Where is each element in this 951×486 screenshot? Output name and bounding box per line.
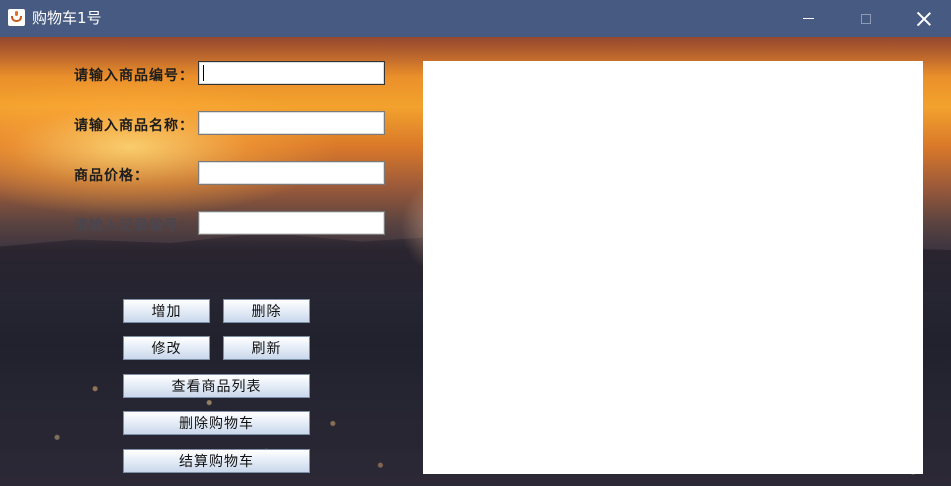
window-title: 购物车1号: [32, 9, 102, 27]
checkout-cart-button[interactable]: 结算购物车: [123, 449, 310, 473]
product-id-input[interactable]: [198, 61, 385, 85]
maximize-button[interactable]: [837, 0, 895, 37]
product-name-label: 请输入商品名称：: [74, 118, 194, 134]
title-bar: 购物车1号: [0, 0, 951, 37]
text-caret: [203, 65, 204, 81]
refresh-button[interactable]: 刷新: [223, 336, 310, 360]
product-list-panel[interactable]: [423, 61, 923, 474]
delete-cart-button[interactable]: 删除购物车: [123, 411, 310, 435]
minimize-icon: [802, 18, 814, 19]
record-id-input[interactable]: [198, 211, 385, 235]
delete-button[interactable]: 删除: [223, 299, 310, 323]
price-label: 商品价格：: [74, 168, 149, 184]
price-input[interactable]: [198, 161, 385, 185]
view-product-list-button[interactable]: 查看商品列表: [123, 374, 310, 398]
close-icon: [917, 12, 931, 26]
add-button[interactable]: 增加: [123, 299, 210, 323]
record-id-label: 请输入记录编号：: [74, 218, 194, 234]
background-sunset-glow: [0, 77, 340, 217]
product-id-label: 请输入商品编号：: [74, 68, 194, 84]
minimize-button[interactable]: [779, 0, 837, 37]
maximize-icon: [861, 13, 871, 24]
product-name-input[interactable]: [198, 111, 385, 135]
modify-button[interactable]: 修改: [123, 336, 210, 360]
close-button[interactable]: [895, 0, 951, 37]
java-cup-icon: [8, 9, 25, 26]
